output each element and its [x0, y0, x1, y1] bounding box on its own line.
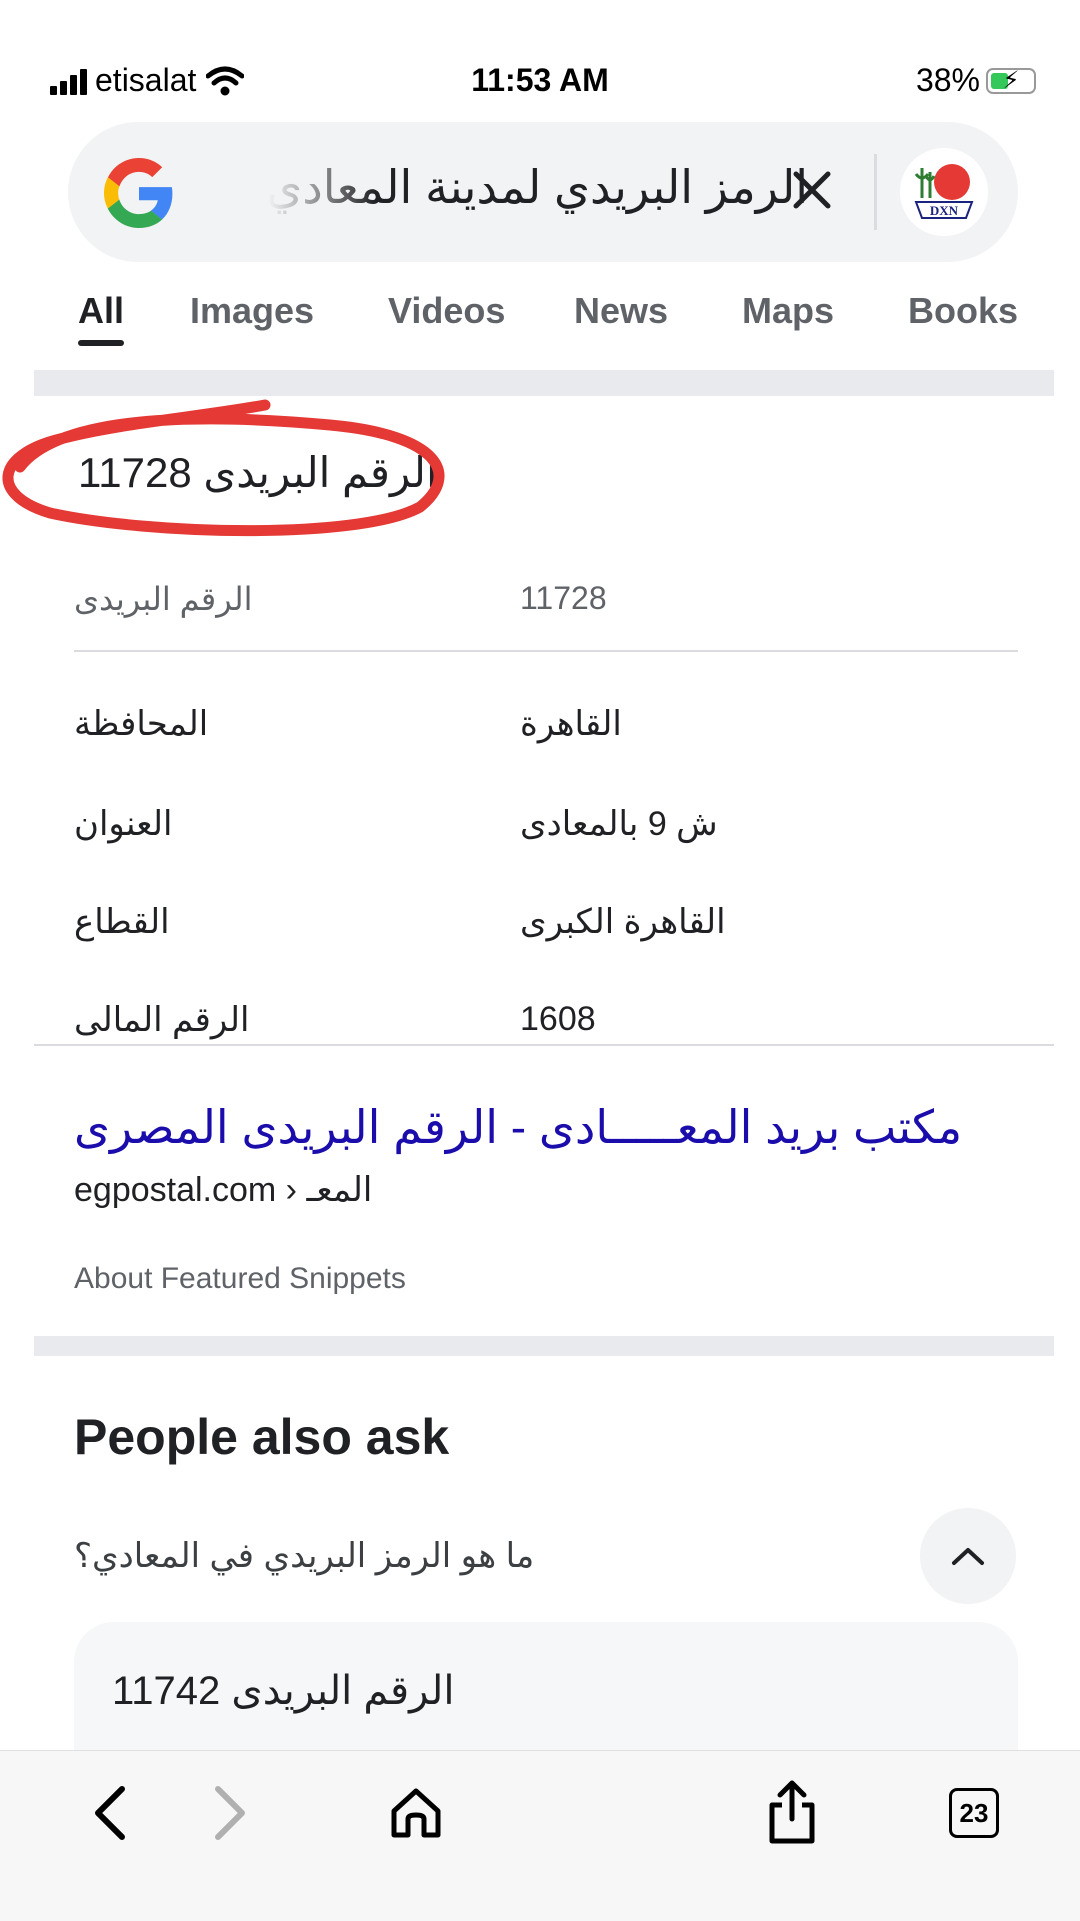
about-featured-snippets-link[interactable]: About Featured Snippets	[74, 1262, 406, 1296]
battery-status: 38% ⚡	[916, 62, 1036, 99]
search-bar[interactable]: الرمز البريدي لمدينة المعادي DXN	[68, 122, 1018, 262]
tab-news[interactable]: News	[574, 290, 668, 332]
google-logo-icon	[104, 158, 173, 228]
forward-button[interactable]	[190, 1773, 270, 1853]
battery-percent: 38%	[915, 62, 980, 98]
table-divider	[74, 650, 1018, 652]
share-button[interactable]	[752, 1773, 832, 1853]
paa-answer: الرقم البريدى 11742	[112, 1669, 455, 1713]
table-bottom-divider	[34, 1044, 1054, 1046]
postal-code-label: الرقم البريدى	[74, 581, 253, 617]
tab-books[interactable]: Books	[908, 290, 1018, 332]
tabs-count: 23	[949, 1788, 999, 1838]
tabs-overview-button[interactable]: 23	[934, 1773, 1014, 1853]
address-label: العنوان	[74, 805, 173, 843]
chevron-up-icon	[952, 1548, 984, 1565]
postal-code-value: 11728	[520, 580, 607, 616]
red-highlight-circle-icon	[2, 399, 445, 537]
financial-number-value: 1608	[520, 1000, 596, 1038]
section-separator	[34, 1336, 1054, 1356]
paa-question[interactable]: ما هو الرمز البريدي في المعادي؟	[74, 1536, 534, 1576]
dxn-logo-icon: DXN	[900, 148, 988, 236]
search-query[interactable]: الرمز البريدي لمدينة المعادي	[268, 160, 808, 214]
avatar-text: DXN	[930, 203, 959, 218]
tab-maps[interactable]: Maps	[742, 290, 834, 332]
result-url[interactable]: egpostal.com › المعـ	[74, 1170, 372, 1210]
section-separator	[34, 370, 1054, 396]
chevron-left-icon	[95, 1786, 125, 1840]
tab-videos[interactable]: Videos	[388, 290, 505, 332]
back-button[interactable]	[70, 1773, 150, 1853]
address-value: ش 9 بالمعادى	[520, 805, 718, 843]
browser-toolbar: 23	[0, 1750, 1080, 1921]
governorate-value: القاهرة	[520, 705, 622, 743]
share-icon	[769, 1780, 815, 1844]
battery-charging-icon: ⚡	[986, 67, 1036, 94]
financial-number-label: الرقم المالى	[74, 1001, 250, 1039]
account-avatar[interactable]: DXN	[900, 148, 988, 236]
chevron-right-icon	[215, 1786, 245, 1840]
sector-value: القاهرة الكبرى	[520, 903, 726, 941]
governorate-label: المحافظة	[74, 705, 209, 743]
clear-search-icon[interactable]	[784, 162, 840, 218]
search-divider	[874, 154, 877, 230]
result-title-link[interactable]: مكتب بريد المعـــــادى - الرقم البريدى ا…	[74, 1100, 962, 1154]
tab-images[interactable]: Images	[190, 290, 314, 332]
sector-label: القطاع	[74, 903, 170, 941]
home-button[interactable]	[376, 1773, 456, 1853]
people-also-ask-title: People also ask	[74, 1409, 450, 1465]
paa-collapse-button[interactable]	[920, 1508, 1016, 1604]
home-icon	[391, 1788, 441, 1838]
tab-all[interactable]: All	[78, 290, 124, 332]
tab-selected-indicator	[78, 340, 124, 346]
